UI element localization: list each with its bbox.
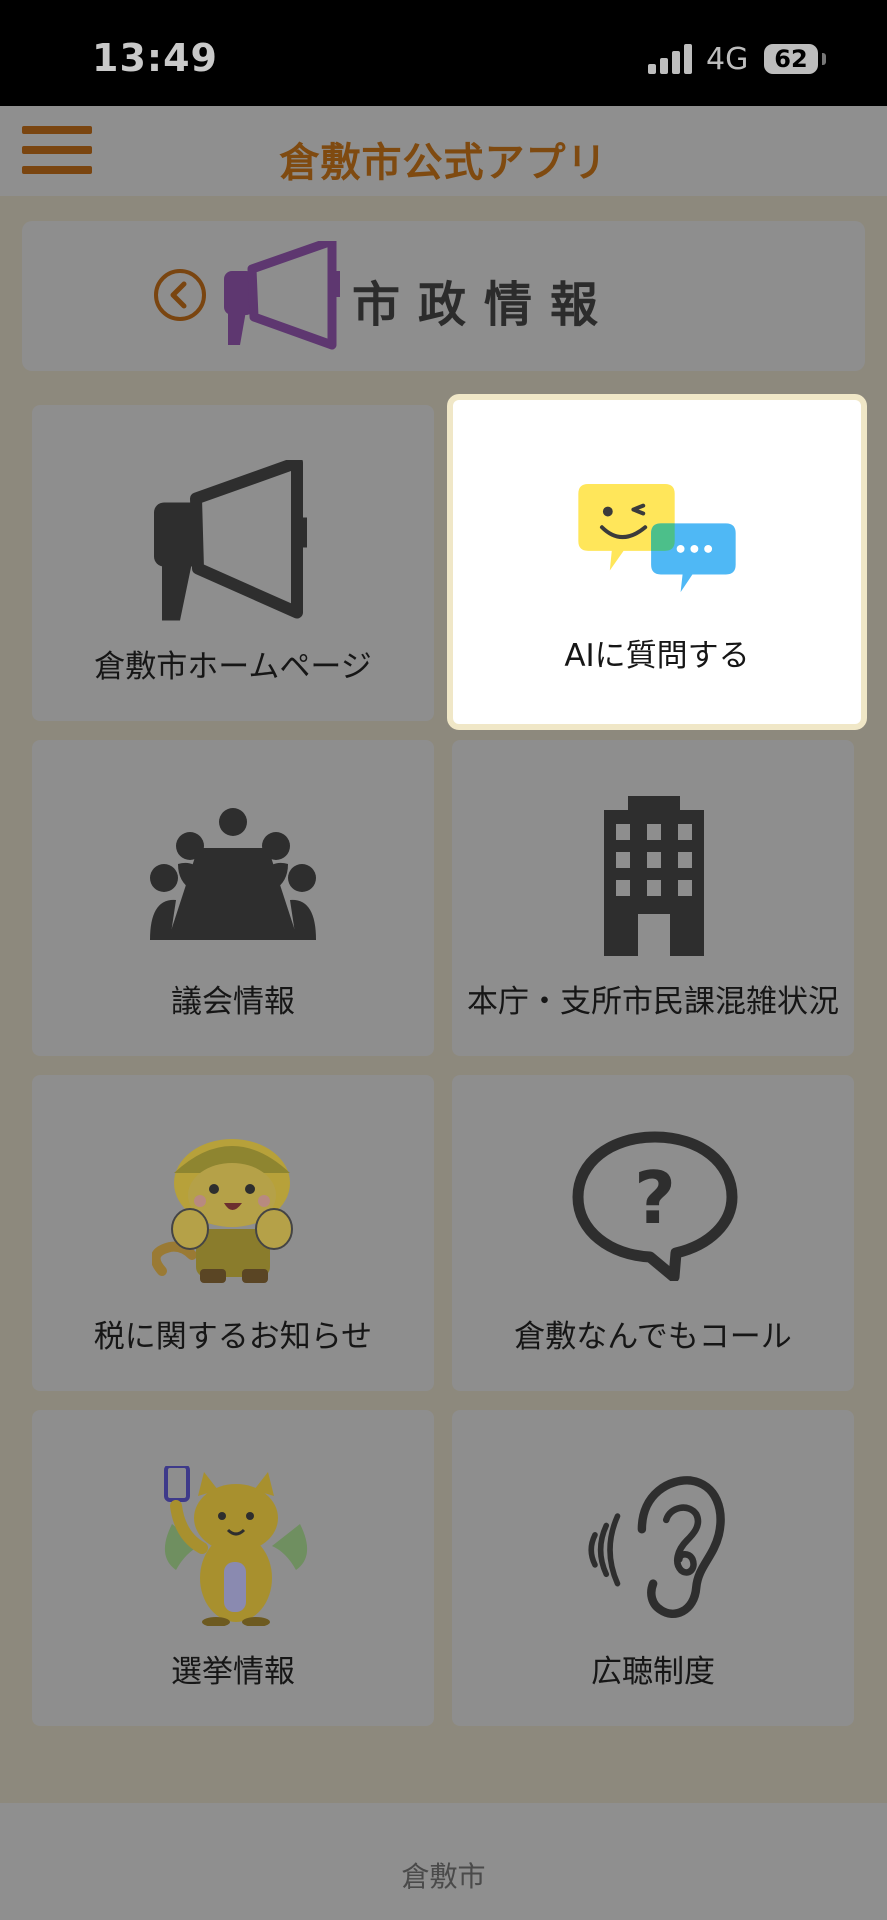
tile-label: 倉敷市ホームページ: [94, 649, 372, 685]
question-bubble-icon: ?: [572, 1131, 738, 1281]
network-type: 4G: [706, 42, 749, 77]
footer: 倉敷市: [0, 1803, 887, 1920]
back-arrow-icon[interactable]: [152, 267, 208, 323]
building-icon: [604, 796, 704, 956]
tile-public-hearing[interactable]: 広聴制度: [452, 1410, 854, 1726]
tile-kurashiki-call[interactable]: ? 倉敷なんでもコール: [452, 1075, 854, 1391]
tile-office-crowd-status[interactable]: 本庁・支所市民課混雑状況: [452, 740, 854, 1056]
svg-text:?: ?: [634, 1156, 676, 1240]
battery-tip: [822, 53, 826, 65]
tile-label: 広聴制度: [591, 1654, 715, 1690]
tile-tax-info[interactable]: 税に関するお知らせ: [32, 1075, 434, 1391]
app-title: 倉敷市公式アプリ: [279, 140, 608, 186]
meeting-icon: [150, 808, 316, 940]
cat-election-mascot-icon: [164, 1466, 308, 1626]
ear-icon: [588, 1476, 725, 1618]
megaphone-icon: [154, 460, 307, 621]
tile-city-homepage[interactable]: 倉敷市ホームページ: [32, 405, 434, 721]
tile-election-info[interactable]: 選挙情報: [32, 1410, 434, 1726]
tile-label: AIに質問する: [564, 638, 750, 674]
tile-label: 議会情報: [171, 984, 295, 1020]
status-time: 13:49: [92, 36, 218, 80]
tile-council-info[interactable]: 議会情報: [32, 740, 434, 1056]
app-header: 倉敷市公式アプリ: [0, 106, 887, 196]
tile-label: 本庁・支所市民課混雑状況: [467, 984, 839, 1020]
status-bar: 13:49 4G 62: [0, 0, 887, 106]
footer-label: 倉敷市: [401, 1860, 486, 1893]
section-title: 市政情報: [352, 277, 617, 333]
signal-icon: [648, 44, 692, 74]
tile-ask-ai[interactable]: AIに質問する: [447, 394, 867, 730]
tile-label: 選挙情報: [171, 1654, 295, 1690]
tile-label: 倉敷なんでもコール: [514, 1319, 792, 1355]
tile-label: 税に関するお知らせ: [93, 1319, 373, 1355]
cat-mascot-icon: [152, 1139, 293, 1283]
battery-icon: 62: [764, 44, 818, 74]
megaphone-icon: [224, 241, 340, 350]
section-banner: 市政情報: [22, 221, 865, 371]
chat-bubbles-icon: [578, 484, 736, 593]
